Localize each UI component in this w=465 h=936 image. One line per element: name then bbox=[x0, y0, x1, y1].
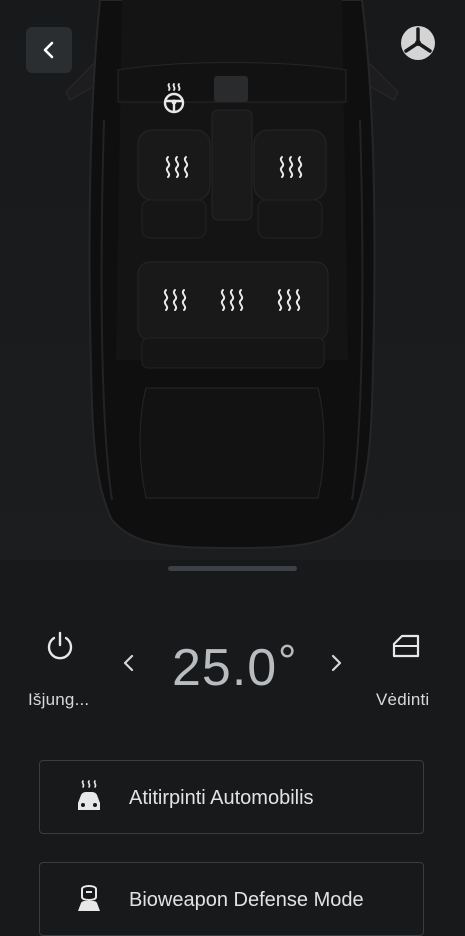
temperature-increase-button[interactable] bbox=[323, 650, 349, 676]
brand-logo-icon bbox=[401, 26, 435, 60]
window-vent-icon bbox=[392, 634, 420, 658]
seat-heat-rear-right[interactable] bbox=[262, 273, 316, 327]
seat-heat-front-left[interactable] bbox=[150, 140, 204, 194]
steering-wheel-heat-button[interactable] bbox=[156, 80, 192, 116]
climate-power-button[interactable]: Išjung... bbox=[22, 630, 98, 709]
seat-heat-icon bbox=[220, 289, 244, 311]
defrost-car-label: Atitirpinti Automobilis bbox=[129, 787, 314, 809]
seat-heat-rear-left[interactable] bbox=[148, 273, 202, 327]
chevron-left-icon bbox=[123, 654, 134, 672]
climate-controls: Išjung... 25.0 ° Vėdinti bbox=[0, 620, 465, 710]
temperature-value: 25.0 bbox=[172, 639, 278, 697]
defrost-car-button[interactable]: Atitirpinti Automobilis bbox=[39, 760, 424, 834]
seat-heat-icon bbox=[277, 289, 301, 311]
temperature-unit: ° bbox=[278, 635, 297, 687]
seat-heat-icon bbox=[165, 156, 189, 178]
seat-heat-front-right[interactable] bbox=[264, 140, 318, 194]
chevron-left-icon bbox=[43, 41, 54, 59]
seat-heat-icon bbox=[279, 156, 303, 178]
seat-heat-rear-center[interactable] bbox=[205, 273, 259, 327]
car-hero-view bbox=[0, 0, 465, 560]
bioweapon-icon bbox=[78, 885, 100, 911]
power-icon bbox=[47, 631, 73, 660]
defrost-car-icon bbox=[78, 780, 100, 810]
drawer-handle[interactable] bbox=[168, 566, 297, 571]
vent-label: Vėdinti bbox=[376, 690, 430, 709]
back-button[interactable] bbox=[26, 27, 72, 73]
climate-power-label: Išjung... bbox=[28, 690, 90, 709]
chevron-right-icon bbox=[331, 654, 342, 672]
bioweapon-defense-button[interactable]: Bioweapon Defense Mode bbox=[39, 862, 424, 936]
seat-heat-icon bbox=[163, 289, 187, 311]
bioweapon-defense-label: Bioweapon Defense Mode bbox=[129, 889, 364, 911]
steering-wheel-heat-icon bbox=[163, 83, 185, 114]
temperature-decrease-button[interactable] bbox=[116, 650, 142, 676]
vent-button[interactable]: Vėdinti bbox=[370, 630, 446, 709]
